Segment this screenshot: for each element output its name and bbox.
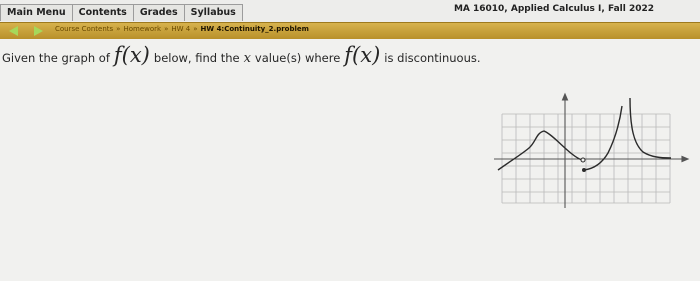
breadcrumb-separator: » xyxy=(164,25,169,33)
tab-syllabus[interactable]: Syllabus xyxy=(183,4,243,21)
math-function: f(x) xyxy=(113,43,150,67)
breadcrumb-current: HW 4:Continuity_2.problem xyxy=(200,25,309,33)
math-function: f(x) xyxy=(344,43,381,67)
navigation-bar: Course Contents» Homework» HW 4» HW 4:Conti… xyxy=(0,22,700,39)
breadcrumb-hw4[interactable]: HW 4 xyxy=(171,25,190,33)
question-middle-a: below, find the xyxy=(153,51,240,65)
tab-contents[interactable]: Contents xyxy=(71,4,134,21)
question-suffix: is discontinuous. xyxy=(384,51,481,65)
graph-axes xyxy=(494,92,690,208)
breadcrumb: Course Contents» Homework» HW 4» HW 4:Conti… xyxy=(55,25,309,33)
question-prefix: Given the graph of xyxy=(2,51,110,65)
closed-point xyxy=(582,168,586,172)
tab-main-menu[interactable]: Main Menu xyxy=(0,4,73,21)
back-arrow-icon[interactable] xyxy=(9,26,18,36)
breadcrumb-homework[interactable]: Homework xyxy=(123,25,161,33)
function-graph xyxy=(494,92,690,208)
open-point xyxy=(580,157,586,163)
breadcrumb-separator: » xyxy=(116,25,121,33)
course-title: MA 16010, Applied Calculus I, Fall 2022 xyxy=(453,4,654,14)
main-tabs: Main Menu Contents Grades Syllabus xyxy=(0,4,243,21)
breadcrumb-course-contents[interactable]: Course Contents xyxy=(55,25,113,33)
graph-points xyxy=(580,157,586,172)
math-variable: x xyxy=(243,51,251,66)
top-menu-bar: Main Menu Contents Grades Syllabus MA 16… xyxy=(0,0,700,22)
question-text: Given the graph of f(x) below, find the … xyxy=(2,43,481,67)
forward-arrow-icon[interactable] xyxy=(34,26,43,36)
tab-grades[interactable]: Grades xyxy=(132,4,185,21)
breadcrumb-separator: » xyxy=(193,25,198,33)
question-middle-b: value(s) where xyxy=(254,51,341,65)
